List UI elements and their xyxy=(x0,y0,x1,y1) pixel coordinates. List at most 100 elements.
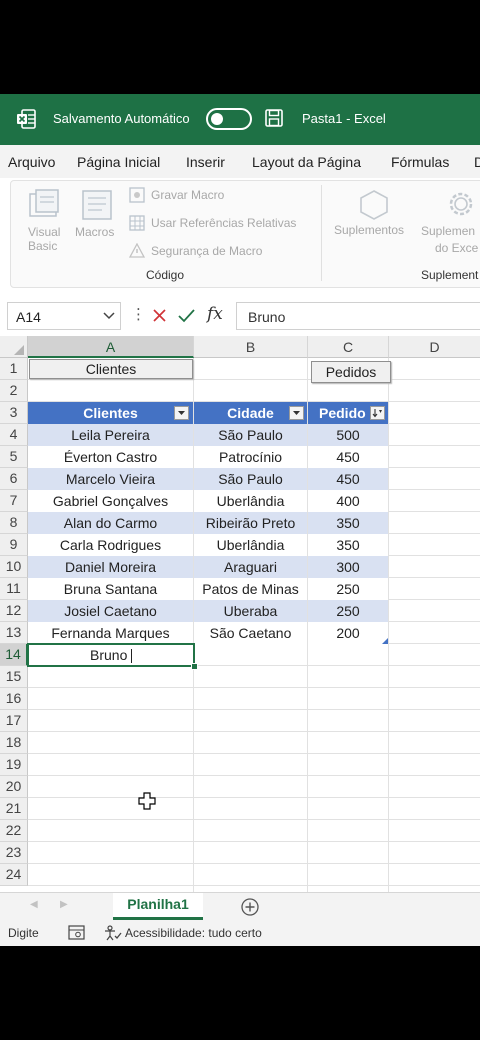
fill-handle[interactable] xyxy=(191,663,198,670)
column-header-c[interactable]: C xyxy=(308,336,389,358)
add-sheet-icon[interactable] xyxy=(240,897,260,917)
row-header[interactable]: 11 xyxy=(0,578,28,600)
row-header[interactable]: 9 xyxy=(0,534,28,556)
macro-security-button[interactable]: Segurança de Macro xyxy=(151,244,262,258)
row-header[interactable]: 3 xyxy=(0,402,28,424)
table-cell-cliente[interactable]: Alan do Carmo xyxy=(28,512,193,534)
insert-function-button[interactable]: fx xyxy=(207,304,223,324)
table-header-clientes[interactable]: Clientes xyxy=(28,402,193,424)
row-header[interactable]: 2 xyxy=(0,380,28,402)
table-cell-cidade[interactable]: São Caetano xyxy=(194,622,307,644)
chevron-down-icon[interactable] xyxy=(103,312,115,320)
active-cell-a14[interactable]: Bruno xyxy=(27,643,195,667)
more-options-icon[interactable]: ⋮ xyxy=(131,305,146,323)
row-header[interactable]: 19 xyxy=(0,754,28,776)
relative-references-button[interactable]: Usar Referências Relativas xyxy=(151,216,296,230)
table-cell-cliente[interactable]: Carla Rodrigues xyxy=(28,534,193,556)
table-cell-cidade[interactable]: Ribeirão Preto xyxy=(194,512,307,534)
row-header[interactable]: 10 xyxy=(0,556,28,578)
tab-formulas[interactable]: Fórmulas xyxy=(391,154,449,170)
table-cell-cliente[interactable]: Éverton Castro xyxy=(28,446,193,468)
tab-arquivo[interactable]: Arquivo xyxy=(8,154,55,170)
excel-addins-button[interactable]: Suplemen do Exce xyxy=(421,223,478,257)
table-cell-cliente[interactable]: Bruna Santana xyxy=(28,578,193,600)
worksheet-grid[interactable]: A B C D 1 2 3 4 5 6 7 8 9 10 11 12 13 14… xyxy=(0,336,480,892)
select-all-corner[interactable] xyxy=(0,336,28,358)
column-header-d[interactable]: D xyxy=(389,336,480,358)
table-cell-cidade[interactable]: Araguari xyxy=(194,556,307,578)
tab-layout-da-pagina[interactable]: Layout da Página xyxy=(252,154,361,170)
table-cell-pedido[interactable]: 500 xyxy=(308,424,388,446)
table-cell-pedido[interactable]: 300 xyxy=(308,556,388,578)
name-box[interactable]: A14 xyxy=(7,302,121,330)
row-header-active[interactable]: 14 xyxy=(0,644,28,666)
table-cell-pedido[interactable]: 450 xyxy=(308,446,388,468)
autosave-toggle[interactable] xyxy=(206,108,252,130)
tab-inserir[interactable]: Inserir xyxy=(186,154,225,170)
cell-mode-icon[interactable] xyxy=(68,925,85,940)
scroll-right-icon[interactable]: ▶ xyxy=(60,899,68,910)
row-header[interactable]: 12 xyxy=(0,600,28,622)
row-header[interactable]: 17 xyxy=(0,710,28,732)
row-header[interactable]: 1 xyxy=(0,358,28,380)
scroll-left-icon[interactable]: ◀ xyxy=(30,899,38,910)
table-cell-cidade[interactable]: Patrocínio xyxy=(194,446,307,468)
table-cell-cliente[interactable]: Daniel Moreira xyxy=(28,556,193,578)
row-header[interactable]: 21 xyxy=(0,798,28,820)
row-header[interactable]: 8 xyxy=(0,512,28,534)
formula-input[interactable]: Bruno xyxy=(236,302,480,330)
sort-descending-icon[interactable] xyxy=(370,406,385,420)
table-cell-cliente[interactable]: Josiel Caetano xyxy=(28,600,193,622)
table-cell-pedido[interactable]: 350 xyxy=(308,534,388,556)
row-header[interactable]: 6 xyxy=(0,468,28,490)
macros-button[interactable]: Macros xyxy=(75,225,114,239)
table-cell-pedido[interactable]: 350 xyxy=(308,512,388,534)
table-resize-handle-icon[interactable] xyxy=(382,638,388,644)
column-header-a[interactable]: A xyxy=(28,336,194,358)
filter-dropdown-icon[interactable] xyxy=(289,406,304,420)
cancel-icon[interactable] xyxy=(152,308,167,323)
table-header-cidade[interactable]: Cidade xyxy=(194,402,307,424)
save-icon[interactable] xyxy=(265,109,283,127)
table-cell-cidade[interactable]: Uberlândia xyxy=(194,534,307,556)
row-header[interactable]: 23 xyxy=(0,842,28,864)
table-cell-pedido[interactable]: 400 xyxy=(308,490,388,512)
table-cell-cliente[interactable]: Marcelo Vieira xyxy=(28,468,193,490)
pedidos-button[interactable]: Pedidos xyxy=(311,361,391,383)
row-header[interactable]: 7 xyxy=(0,490,28,512)
table-cell-cliente[interactable]: Leila Pereira xyxy=(28,424,193,446)
row-header[interactable]: 5 xyxy=(0,446,28,468)
enter-check-icon[interactable] xyxy=(178,308,195,323)
table-cell-cidade[interactable]: Uberaba xyxy=(194,600,307,622)
table-cell-cidade[interactable]: São Paulo xyxy=(194,468,307,490)
table-cell-pedido[interactable]: 200 xyxy=(308,622,388,644)
sheet-tab-planilha1[interactable]: Planilha1 xyxy=(113,893,203,920)
table-cell-cliente[interactable]: Fernanda Marques xyxy=(28,622,193,644)
accessibility-icon[interactable] xyxy=(104,925,122,941)
row-header[interactable]: 22 xyxy=(0,820,28,842)
row-header[interactable]: 4 xyxy=(0,424,28,446)
row-header[interactable]: 15 xyxy=(0,666,28,688)
visual-basic-label[interactable]: Visual Basic xyxy=(28,225,60,253)
row-header[interactable]: 24 xyxy=(0,864,28,886)
row-header[interactable]: 16 xyxy=(0,688,28,710)
table-cell-pedido[interactable]: 250 xyxy=(308,578,388,600)
tab-desenvolvedor[interactable]: D xyxy=(474,154,480,170)
addins-button[interactable]: Suplementos xyxy=(334,223,404,237)
accessibility-status[interactable]: Acessibilidade: tudo certo xyxy=(125,926,262,940)
clientes-button[interactable]: Clientes xyxy=(29,359,193,379)
filter-dropdown-icon[interactable] xyxy=(174,406,189,420)
table-cell-pedido[interactable]: 250 xyxy=(308,600,388,622)
table-cell-cliente[interactable]: Gabriel Gonçalves xyxy=(28,490,193,512)
table-cell-pedido[interactable]: 450 xyxy=(308,468,388,490)
column-header-b[interactable]: B xyxy=(194,336,308,358)
record-macro-button[interactable]: Gravar Macro xyxy=(151,188,224,202)
row-header[interactable]: 18 xyxy=(0,732,28,754)
table-cell-cidade[interactable]: Patos de Minas xyxy=(194,578,307,600)
tab-pagina-inicial[interactable]: Página Inicial xyxy=(77,154,160,170)
row-header[interactable]: 13 xyxy=(0,622,28,644)
row-header[interactable]: 20 xyxy=(0,776,28,798)
table-cell-cidade[interactable]: Uberlândia xyxy=(194,490,307,512)
table-cell-cidade[interactable]: São Paulo xyxy=(194,424,307,446)
table-header-pedido[interactable]: Pedido xyxy=(308,402,388,424)
